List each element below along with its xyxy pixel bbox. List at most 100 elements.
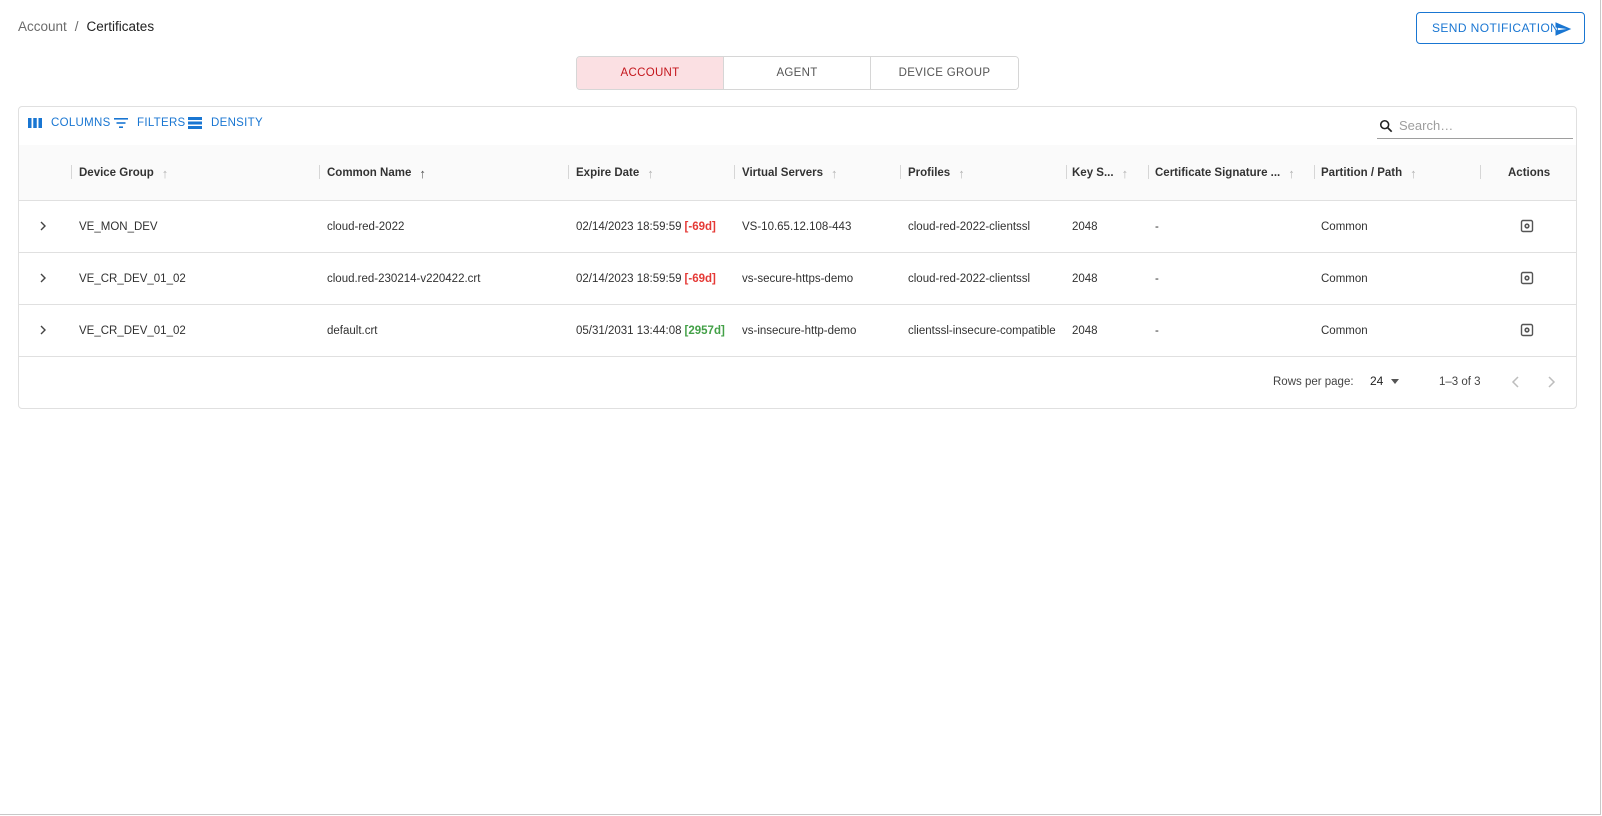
- days-remaining-badge: [-69d]: [684, 272, 716, 285]
- caret-down-icon: [1391, 378, 1400, 384]
- settings-icon[interactable]: [1520, 219, 1534, 233]
- columns-label: COLUMNS: [51, 117, 111, 129]
- sort-arrow-icon[interactable]: ↑: [647, 166, 654, 181]
- column-separator: [900, 165, 901, 179]
- sort-arrow-icon[interactable]: ↑: [1122, 166, 1129, 181]
- cell-certificate-signature: -: [1155, 220, 1159, 233]
- view-tabs: ACCOUNT AGENT DEVICE GROUP: [576, 56, 1019, 90]
- cell-common-name: default.crt: [327, 324, 378, 337]
- tab-agent[interactable]: AGENT: [724, 57, 871, 89]
- expire-date-value: 02/14/2023 18:59:59: [576, 272, 682, 285]
- cell-profiles: cloud-red-2022-clientssl: [908, 272, 1031, 285]
- column-separator: [71, 165, 72, 179]
- search-field: [1377, 113, 1573, 139]
- cell-expire-date: 05/31/2031 13:44:08 [2957d]: [576, 305, 725, 356]
- header-key-size[interactable]: Key S... ↑: [1072, 145, 1128, 201]
- cell-virtual-servers: VS-10.65.12.108-443: [742, 220, 852, 233]
- expire-date-value: 05/31/2031 13:44:08: [576, 324, 682, 337]
- header-device-group[interactable]: Device Group ↑: [79, 145, 168, 201]
- table-row[interactable]: VE_CR_DEV_01_02 default.crt 05/31/2031 1…: [19, 305, 1576, 357]
- cell-certificate-signature: -: [1155, 324, 1159, 337]
- table-header: Device Group ↑ Common Name ↑ Expire Date…: [19, 145, 1576, 201]
- settings-icon[interactable]: [1520, 271, 1534, 285]
- chevron-right-icon[interactable]: [36, 219, 50, 233]
- filters-button[interactable]: FILTERS: [113, 115, 186, 131]
- column-separator: [319, 165, 320, 179]
- header-actions: Actions: [1508, 145, 1550, 201]
- send-notification-label: SEND NOTIFICATION: [1432, 21, 1560, 35]
- cell-key-size: 2048: [1072, 220, 1098, 233]
- cell-virtual-servers: vs-insecure-http-demo: [742, 324, 857, 337]
- columns-button[interactable]: COLUMNS: [27, 115, 111, 131]
- header-profiles[interactable]: Profiles ↑: [908, 145, 965, 201]
- column-separator: [568, 165, 569, 179]
- header-expire-date-label: Expire Date: [576, 167, 640, 179]
- density-label: DENSITY: [211, 117, 263, 129]
- header-expire-date[interactable]: Expire Date ↑: [576, 145, 654, 201]
- certificates-grid: COLUMNS FILTERS DENSITY Search… Device G…: [18, 106, 1577, 409]
- settings-icon[interactable]: [1520, 323, 1534, 337]
- column-separator: [1480, 165, 1481, 179]
- grid-toolbar: COLUMNS FILTERS DENSITY: [19, 107, 1576, 145]
- chevron-left-icon[interactable]: [1508, 374, 1524, 390]
- send-icon: [1555, 22, 1572, 36]
- send-notification-button[interactable]: SEND NOTIFICATION: [1416, 12, 1585, 44]
- column-separator: [1066, 165, 1067, 179]
- header-partition-path[interactable]: Partition / Path ↑: [1321, 145, 1417, 201]
- column-separator: [1148, 165, 1149, 179]
- column-separator: [734, 165, 735, 179]
- cell-common-name: cloud.red-230214-v220422.crt: [327, 272, 481, 285]
- density-button[interactable]: DENSITY: [187, 115, 263, 131]
- header-partition-path-label: Partition / Path: [1321, 167, 1403, 179]
- header-common-name-label: Common Name: [327, 167, 412, 179]
- cell-expire-date: 02/14/2023 18:59:59 [-69d]: [576, 253, 716, 304]
- chevron-right-icon[interactable]: [1543, 374, 1559, 390]
- breadcrumb-separator: /: [74, 19, 79, 34]
- cell-virtual-servers: vs-secure-https-demo: [742, 272, 854, 285]
- expire-date-value: 02/14/2023 18:59:59: [576, 220, 682, 233]
- cell-key-size: 2048: [1072, 324, 1098, 337]
- chevron-right-icon[interactable]: [36, 323, 50, 337]
- header-actions-label: Actions: [1508, 167, 1551, 179]
- search-input[interactable]: [1399, 118, 1569, 133]
- cell-key-size: 2048: [1072, 272, 1098, 285]
- chevron-right-icon[interactable]: [36, 271, 50, 285]
- days-remaining-badge: [2957d]: [684, 324, 725, 337]
- sort-arrow-icon[interactable]: ↑: [419, 166, 426, 181]
- rows-per-page-select[interactable]: 24: [1370, 374, 1400, 388]
- table-row[interactable]: VE_CR_DEV_01_02 cloud.red-230214-v220422…: [19, 253, 1576, 305]
- sort-arrow-icon[interactable]: ↑: [831, 166, 838, 181]
- density-icon: [188, 117, 202, 129]
- cell-profiles: cloud-red-2022-clientssl: [908, 220, 1031, 233]
- search-icon: [1379, 119, 1393, 132]
- header-certificate-signature[interactable]: Certificate Signature ... ↑: [1155, 145, 1295, 201]
- cell-partition-path: Common: [1321, 324, 1368, 337]
- filters-label: FILTERS: [137, 117, 186, 129]
- cell-device-group: VE_MON_DEV: [79, 220, 158, 233]
- header-device-group-label: Device Group: [79, 167, 154, 179]
- column-separator: [1314, 165, 1315, 179]
- cell-device-group: VE_CR_DEV_01_02: [79, 272, 186, 285]
- days-remaining-badge: [-69d]: [684, 220, 716, 233]
- breadcrumb: Account / Certificates: [18, 19, 154, 34]
- header-profiles-label: Profiles: [908, 167, 951, 179]
- cell-certificate-signature: -: [1155, 272, 1159, 285]
- rows-per-page-value: 24: [1370, 374, 1384, 388]
- cell-device-group: VE_CR_DEV_01_02: [79, 324, 186, 337]
- table-row[interactable]: VE_MON_DEV cloud-red-2022 02/14/2023 18:…: [19, 201, 1576, 253]
- cell-partition-path: Common: [1321, 272, 1368, 285]
- table-pagination: Rows per page: 24 1–3 of 3: [19, 357, 1576, 409]
- sort-arrow-icon[interactable]: ↑: [1410, 166, 1417, 181]
- header-virtual-servers[interactable]: Virtual Servers ↑: [742, 145, 837, 201]
- sort-arrow-icon[interactable]: ↑: [162, 166, 169, 181]
- sort-arrow-icon[interactable]: ↑: [958, 166, 965, 181]
- header-certificate-signature-label: Certificate Signature ...: [1155, 167, 1281, 179]
- tab-account[interactable]: ACCOUNT: [577, 57, 724, 89]
- cell-expire-date: 02/14/2023 18:59:59 [-69d]: [576, 201, 716, 252]
- breadcrumb-current: Certificates: [86, 19, 155, 34]
- header-common-name[interactable]: Common Name ↑: [327, 145, 426, 201]
- tab-device-group[interactable]: DEVICE GROUP: [871, 57, 1018, 89]
- breadcrumb-account-link[interactable]: Account: [18, 19, 67, 34]
- sort-arrow-icon[interactable]: ↑: [1288, 166, 1295, 181]
- rows-per-page-label: Rows per page:: [1273, 376, 1354, 388]
